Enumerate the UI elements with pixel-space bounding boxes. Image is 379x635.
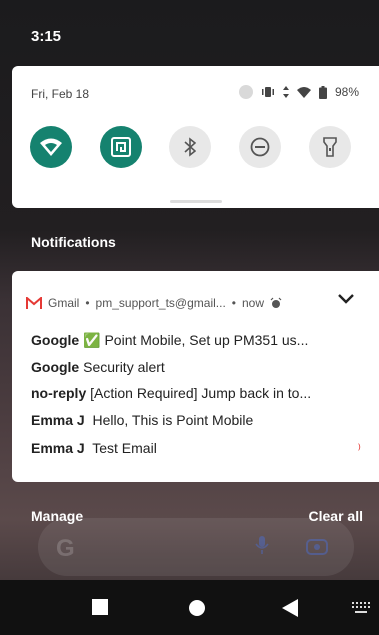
sender-name: Google [31,332,80,348]
alarm-icon [270,297,282,308]
battery-percent: 98% [334,85,359,99]
nfc-icon [111,137,131,157]
overview-button[interactable] [92,599,108,615]
tile-nfc[interactable] [100,126,142,168]
notification-time: now [242,296,265,310]
wifi-icon [40,138,62,156]
notification-header: Gmail • pm_support_ts@gmail... • now [26,294,354,311]
notification-item[interactable]: Emma J Hello, This is Point Mobile [31,412,361,428]
message-preview: Point Mobile, Set up PM351 us... [104,332,309,348]
lens-icon[interactable] [306,537,328,555]
notification-item[interactable]: no-reply [Action Required] Jump back in … [31,385,361,401]
tile-flashlight[interactable] [309,126,351,168]
recording-dot-icon [238,85,253,99]
status-bar: 3:15 [0,0,379,62]
dnd-icon [250,137,270,157]
notification-actions: Manage Clear all [0,508,379,528]
notification-item[interactable]: Google ✅ Point Mobile, Set up PM351 us..… [31,332,361,349]
battery-icon [318,85,327,99]
mic-icon[interactable] [255,535,269,555]
sender-name: Emma J [31,412,85,428]
notification-item[interactable]: Emma J Test Email [31,440,361,456]
back-button[interactable] [282,599,298,617]
tile-wifi[interactable] [30,126,72,168]
flashlight-icon [323,137,337,157]
wifi-status-icon [296,86,311,98]
tile-do-not-disturb[interactable] [239,126,281,168]
bluetooth-icon [184,137,196,157]
qs-status-icons: 98% [238,85,359,99]
keyboard-icon[interactable] [352,602,370,614]
home-button[interactable] [189,600,205,616]
chevron-down-icon[interactable] [338,294,354,304]
quick-settings-panel: Fri, Feb 18 98% [12,66,379,208]
message-preview: [Action Required] Jump back in to... [90,385,312,401]
notifications-header: Notifications [31,234,116,250]
panel-drag-handle[interactable] [170,200,222,203]
app-name: Gmail [48,296,80,310]
manage-button[interactable]: Manage [31,508,83,524]
checkmark-emoji: ✅ [83,332,101,348]
google-logo-icon: G [56,535,75,562]
notification-item[interactable]: Google Security alert [31,359,361,375]
gmail-icon [26,297,42,309]
clear-all-button[interactable]: Clear all [309,508,363,524]
vibrate-icon [261,87,274,97]
message-preview: Test Email [92,440,157,456]
qs-date[interactable]: Fri, Feb 18 [31,87,89,101]
status-time: 3:15 [31,28,62,45]
tile-bluetooth[interactable] [169,126,211,168]
message-preview: Security alert [83,359,165,375]
data-arrows-icon [282,86,289,98]
sender-name: Emma J [31,440,85,456]
message-preview: Hello, This is Point Mobile [92,412,254,428]
unread-mark-icon: ⁾ [357,441,361,457]
sender-name: Google [31,359,80,375]
gmail-notification-card[interactable]: Gmail • pm_support_ts@gmail... • now Goo… [12,271,379,482]
sender-name: no-reply [31,385,87,401]
account-name: pm_support_ts@gmail... [95,296,226,310]
